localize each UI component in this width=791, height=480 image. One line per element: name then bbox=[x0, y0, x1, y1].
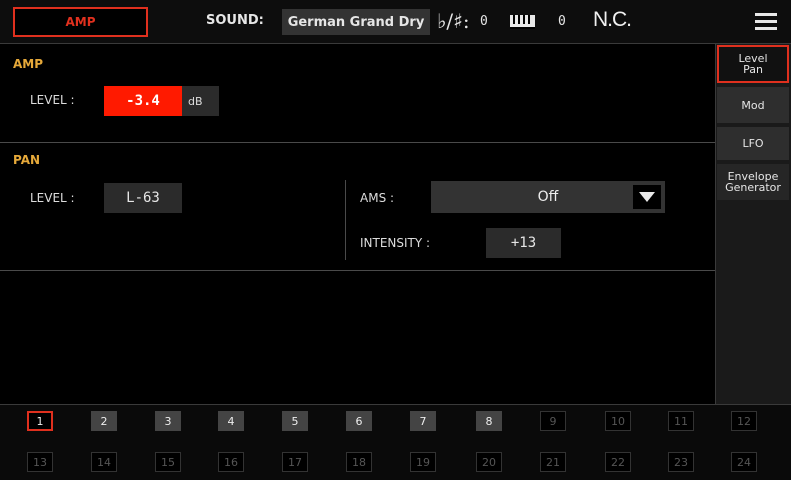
amp-tab-button[interactable]: AMP bbox=[13, 7, 148, 37]
channel-button-13[interactable]: 13 bbox=[27, 452, 53, 472]
tab-mod[interactable]: Mod bbox=[717, 87, 789, 123]
amp-level-unit: dB bbox=[182, 86, 219, 116]
section-divider bbox=[0, 142, 715, 143]
channel-button-9[interactable]: 9 bbox=[540, 411, 566, 431]
octave-value: 0 bbox=[558, 14, 566, 29]
sound-selector[interactable]: German Grand Dry bbox=[282, 9, 430, 35]
channel-button-20[interactable]: 20 bbox=[476, 452, 502, 472]
channel-button-7[interactable]: 7 bbox=[410, 411, 436, 431]
pan-level-label: LEVEL : bbox=[30, 191, 75, 205]
amp-level-field[interactable]: -3.4 bbox=[104, 86, 182, 116]
channel-button-22[interactable]: 22 bbox=[605, 452, 631, 472]
channel-button-21[interactable]: 21 bbox=[540, 452, 566, 472]
ams-dropdown[interactable]: Off bbox=[431, 181, 665, 213]
channel-button-4[interactable]: 4 bbox=[218, 411, 244, 431]
channel-button-2[interactable]: 2 bbox=[91, 411, 117, 431]
channel-button-19[interactable]: 19 bbox=[410, 452, 436, 472]
intensity-label: INTENSITY : bbox=[360, 236, 431, 250]
intensity-field[interactable]: +13 bbox=[486, 228, 561, 258]
keyboard-icon bbox=[510, 14, 535, 29]
channel-button-17[interactable]: 17 bbox=[282, 452, 308, 472]
transpose-value: 0 bbox=[480, 14, 488, 29]
channel-button-5[interactable]: 5 bbox=[282, 411, 308, 431]
sound-label: SOUND: bbox=[206, 13, 264, 28]
section-divider bbox=[0, 270, 715, 271]
tab-lfo[interactable]: LFO bbox=[717, 127, 789, 160]
channel-button-1[interactable]: 1 bbox=[27, 411, 53, 431]
pan-section-title: PAN bbox=[13, 153, 41, 167]
channel-button-3[interactable]: 3 bbox=[155, 411, 181, 431]
channel-button-11[interactable]: 11 bbox=[668, 411, 694, 431]
menu-icon[interactable] bbox=[755, 13, 777, 31]
vertical-divider bbox=[345, 180, 346, 260]
channel-button-15[interactable]: 15 bbox=[155, 452, 181, 472]
channel-button-12[interactable]: 12 bbox=[731, 411, 757, 431]
channel-button-23[interactable]: 23 bbox=[668, 452, 694, 472]
ams-label: AMS : bbox=[360, 191, 395, 205]
channel-button-24[interactable]: 24 bbox=[731, 452, 757, 472]
tab-level-pan[interactable]: Level Pan bbox=[717, 45, 789, 83]
flat-sharp-icon: ♭/♯: bbox=[437, 9, 470, 33]
channel-button-18[interactable]: 18 bbox=[346, 452, 372, 472]
chevron-down-icon[interactable] bbox=[633, 185, 661, 209]
pan-level-field[interactable]: L-63 bbox=[104, 183, 182, 213]
chord-display: N.C. bbox=[593, 8, 632, 31]
tab-envelope-generator[interactable]: Envelope Generator bbox=[717, 164, 789, 200]
channel-button-8[interactable]: 8 bbox=[476, 411, 502, 431]
channel-button-14[interactable]: 14 bbox=[91, 452, 117, 472]
channel-button-16[interactable]: 16 bbox=[218, 452, 244, 472]
amp-level-label: LEVEL : bbox=[30, 93, 75, 107]
channel-button-10[interactable]: 10 bbox=[605, 411, 631, 431]
channel-button-6[interactable]: 6 bbox=[346, 411, 372, 431]
amp-section-title: AMP bbox=[13, 57, 44, 71]
